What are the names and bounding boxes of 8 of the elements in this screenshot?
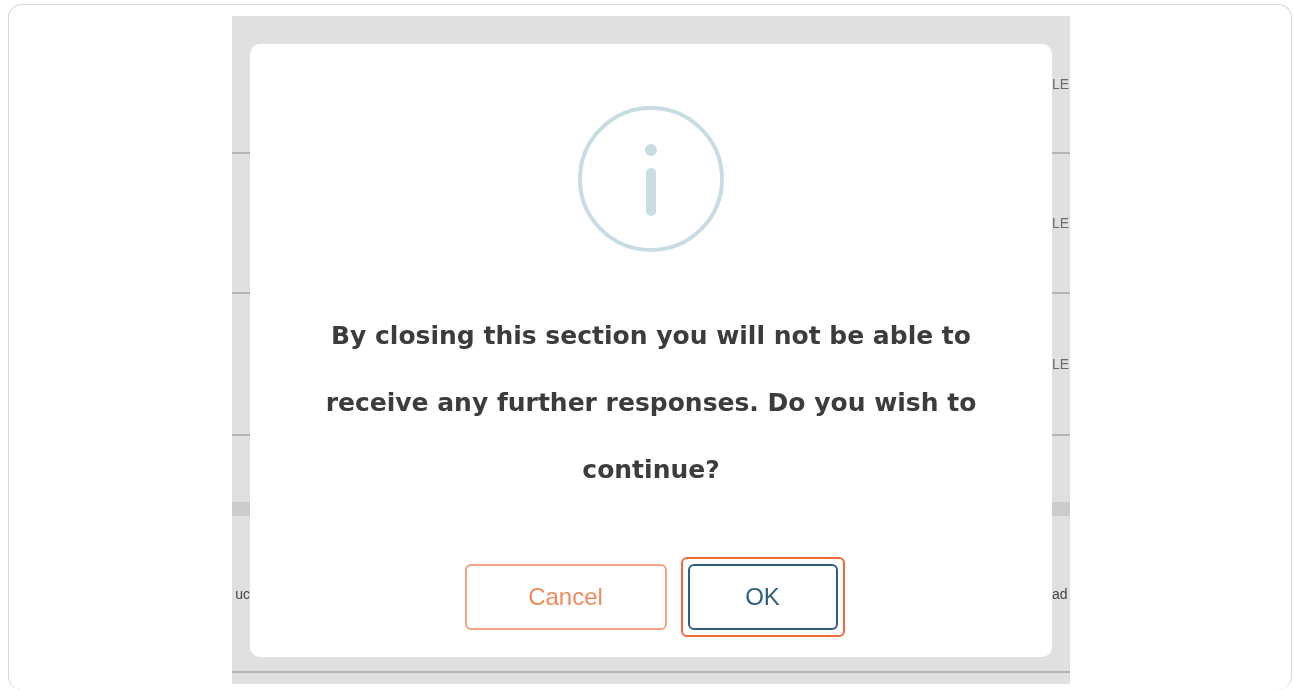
table-cell: LE (1052, 76, 1070, 92)
table-cell-text: ad (1052, 585, 1069, 602)
ok-button[interactable]: OK (687, 564, 838, 630)
table-cell: LE (1052, 215, 1070, 231)
table-cell: LE (1052, 356, 1070, 372)
info-icon (578, 106, 724, 252)
table-cell-text: uc (234, 585, 250, 602)
dialog-message: By closing this section you will not be able to receive any further responses. Do you wish to continue? (324, 320, 978, 486)
